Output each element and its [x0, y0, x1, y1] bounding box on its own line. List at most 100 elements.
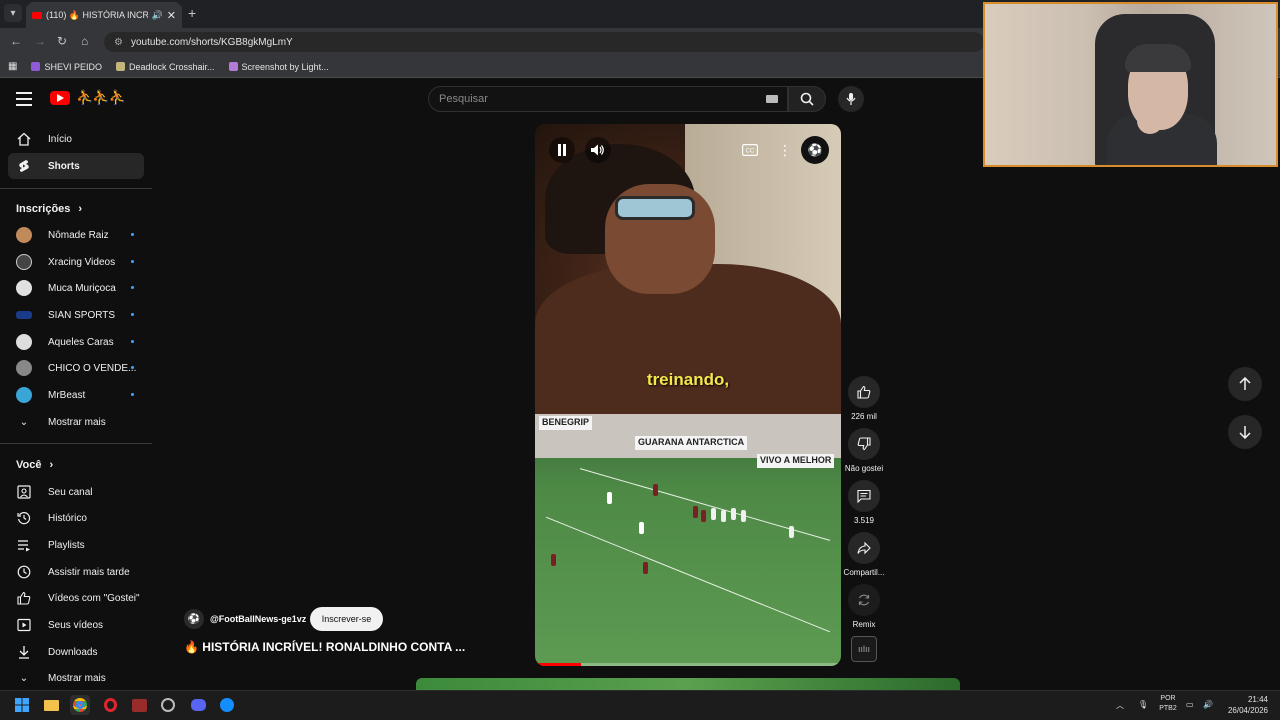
voice-search-button[interactable] [838, 86, 864, 112]
webcam-overlay [983, 2, 1278, 167]
channel-avatar [16, 280, 32, 296]
tray-overflow-icon[interactable]: ︿ [1116, 700, 1124, 711]
captions-button[interactable]: CC [735, 137, 765, 163]
sound-thumbnail-button[interactable]: ıılıı [851, 636, 877, 662]
system-clock[interactable]: 21:44 26/04/2026 [1226, 694, 1268, 716]
tab-audio-icon[interactable]: 🔊 [152, 10, 163, 21]
dislike-label: Não gostei [844, 464, 884, 473]
video-progress-fill [535, 663, 581, 666]
bookmark-favicon-icon [31, 62, 41, 71]
sidebar-item-playlists[interactable]: Playlists [8, 532, 144, 558]
new-content-dot [131, 313, 134, 316]
volume-icon [591, 144, 604, 156]
thumbs-down-icon [857, 437, 871, 451]
subscriptions-header[interactable]: Inscrições › [16, 203, 82, 215]
back-icon[interactable]: ← [10, 34, 22, 48]
subscription-item[interactable]: Nômade Raiz [8, 222, 144, 248]
home-browser-icon[interactable]: ⌂ [81, 34, 88, 48]
sidebar-item-downloads[interactable]: Downloads [8, 639, 144, 665]
video-caption: treinando, [646, 370, 730, 389]
bookmark-item[interactable]: SHEVI PEIDO [31, 62, 102, 72]
bookmark-favicon-icon [228, 62, 238, 71]
like-count: 226 mil [851, 412, 877, 421]
share-button[interactable] [848, 532, 880, 564]
sidebar-item-liked-videos[interactable]: Vídeos com "Gostei" [8, 585, 144, 611]
channel-avatar [16, 360, 32, 376]
subscription-item[interactable]: CHICO O VENDE... [8, 355, 144, 381]
pause-button[interactable] [549, 137, 575, 163]
speaker-tray-icon[interactable]: 🔊 [1203, 700, 1213, 709]
subscription-item[interactable]: Muca Muriçoca [8, 275, 144, 301]
opera-icon[interactable] [100, 695, 120, 715]
network-icon[interactable]: ▭ [1186, 700, 1194, 709]
subscription-item[interactable]: SIAN SPORTS [8, 302, 144, 328]
closed-captions-icon: CC [742, 144, 758, 156]
forward-icon[interactable]: → [34, 34, 46, 48]
file-explorer-icon[interactable] [41, 695, 61, 715]
close-tab-icon[interactable]: ✕ [167, 9, 176, 22]
bookmark-item[interactable]: Deadlock Crosshair... [115, 62, 215, 72]
search-button[interactable] [788, 86, 826, 112]
channel-avatar [16, 254, 32, 270]
more-options-icon[interactable]: ⋮ [778, 137, 792, 163]
like-button[interactable] [848, 376, 880, 408]
sidebar-item-your-channel[interactable]: Seu canal [8, 479, 144, 505]
new-content-dot [131, 393, 134, 396]
channel-watermark-icon[interactable]: ⚽ [801, 136, 829, 164]
browser-tab[interactable]: (110) 🔥 HISTÓRIA INCRÍVE 🔊 ✕ [26, 2, 182, 28]
chevron-right-icon: › [49, 459, 54, 471]
thumbs-up-icon [857, 385, 871, 399]
chrome-icon[interactable] [70, 695, 90, 715]
subscription-item[interactable]: Aqueles Caras [8, 329, 144, 355]
subscription-item[interactable]: MrBeast [8, 382, 144, 408]
channel-handle[interactable]: @FootBallNews-ge1vz [210, 614, 306, 624]
bookmark-item[interactable]: Screenshot by Light... [228, 62, 329, 72]
search-input[interactable]: Pesquisar [428, 86, 788, 112]
tab-search-icon[interactable]: ▾ [4, 4, 22, 22]
sidebar-item-shorts[interactable]: Shorts [8, 153, 144, 179]
screen: ▾ (110) 🔥 HISTÓRIA INCRÍVE 🔊 ✕ + ← → ↻ ⌂… [0, 0, 1280, 720]
sidebar-item-history[interactable]: Histórico [8, 505, 144, 531]
apps-grid-icon[interactable]: ▦ [8, 61, 17, 72]
microphone-icon [846, 93, 856, 105]
remix-button[interactable] [848, 584, 880, 616]
steam-icon[interactable] [158, 695, 178, 715]
reload-icon[interactable]: ↻ [57, 34, 67, 48]
shorts-video-player[interactable]: treinando, BENEGRIP GUARANA ANTARCTICA V… [535, 124, 841, 666]
video-progress-bar[interactable] [535, 663, 841, 666]
pitch-ad-board: VIVO A MELHOR [757, 454, 835, 468]
sidebar-item-your-videos[interactable]: Seus vídeos [8, 612, 144, 638]
subscription-item[interactable]: Xracing Videos [8, 249, 144, 275]
sidebar-item-watch-later[interactable]: Assistir mais tarde [8, 559, 144, 585]
language-indicator[interactable]: POR PTB2 [1158, 694, 1178, 714]
keyboard-icon[interactable] [766, 95, 778, 103]
you-header[interactable]: Você › [16, 459, 53, 471]
sidebar-item-label: Shorts [48, 160, 80, 172]
comments-button[interactable] [848, 480, 880, 512]
new-tab-button[interactable]: + [188, 5, 196, 21]
address-bar[interactable]: ⚙ youtube.com/shorts/KGB8gkMgLmY [104, 32, 984, 52]
subscribe-button[interactable]: Inscrever-se [310, 607, 383, 631]
sidebar-item-home[interactable]: Início [8, 126, 144, 152]
user-box-icon [16, 484, 32, 500]
show-more-subscriptions[interactable]: ⌄ Mostrar mais [8, 409, 144, 435]
short-title[interactable]: 🔥 HISTÓRIA INCRÍVEL! RONALDINHO CONTA ..… [184, 640, 465, 654]
next-short-button[interactable] [1228, 415, 1262, 449]
microphone-tray-icon[interactable]: 🎙 [1138, 700, 1148, 709]
hamburger-menu-icon[interactable] [16, 92, 32, 106]
dislike-button[interactable] [848, 428, 880, 460]
show-more-you[interactable]: ⌄ Mostrar mais [8, 665, 144, 691]
battle-net-icon[interactable] [217, 695, 237, 715]
previous-short-button[interactable] [1228, 367, 1262, 401]
doodle-icon[interactable]: ⛹⛹⛹ [76, 89, 126, 106]
windows-start-icon[interactable] [12, 695, 32, 715]
chevron-down-icon: ⌄ [19, 416, 29, 428]
youtube-logo-icon[interactable] [50, 91, 70, 105]
tab-title: (110) 🔥 HISTÓRIA INCRÍVE [46, 9, 148, 20]
comment-count: 3.519 [853, 516, 875, 525]
discord-icon[interactable] [188, 695, 208, 715]
volume-button[interactable] [585, 137, 611, 163]
streaming-app-icon[interactable] [129, 695, 149, 715]
site-info-icon[interactable]: ⚙ [114, 37, 123, 48]
channel-avatar[interactable]: ⚽ [184, 609, 204, 629]
